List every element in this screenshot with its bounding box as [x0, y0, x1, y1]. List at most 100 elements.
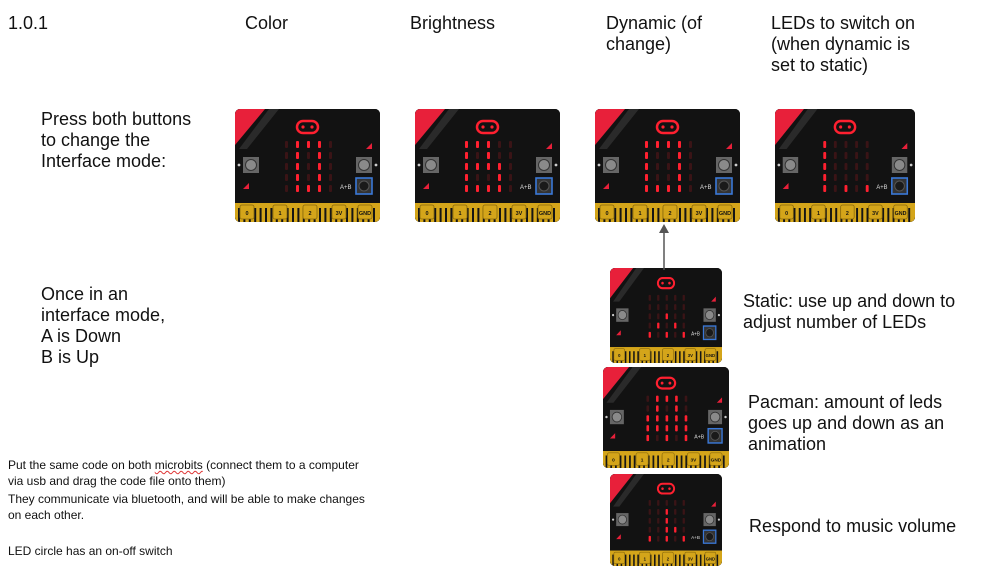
led-off: [682, 517, 685, 524]
pin-label: 1: [638, 211, 641, 217]
led-off: [674, 517, 677, 524]
led-off: [865, 152, 869, 159]
led-on: [476, 141, 479, 148]
led-on: [487, 185, 490, 192]
ab-label: A+B: [340, 185, 352, 191]
led-on: [665, 425, 669, 432]
pin-label: 1: [278, 211, 281, 217]
ab-label: A+B: [520, 185, 532, 191]
led-on: [657, 322, 660, 329]
pin-label: 0: [245, 211, 248, 217]
pin-label: 1: [817, 211, 820, 217]
led-on: [465, 152, 468, 159]
led-off: [667, 163, 670, 170]
led-off: [665, 322, 668, 329]
led-off: [689, 152, 692, 159]
led-off: [656, 163, 659, 170]
led-off: [329, 174, 332, 181]
pin-label: 2: [308, 211, 311, 217]
led-on: [645, 141, 648, 148]
led-off: [674, 313, 677, 320]
led-on: [667, 141, 670, 148]
led-off: [498, 141, 501, 148]
microbit-brightness: A+B 0 1 2 3V GND: [415, 109, 560, 222]
led-off: [689, 163, 692, 170]
led-on: [823, 163, 827, 170]
led-on: [296, 152, 299, 159]
pin-label: GND: [895, 211, 907, 217]
pin-label: GND: [719, 211, 731, 217]
led-off: [648, 313, 651, 320]
led-off: [855, 174, 859, 181]
pin-label: 3V: [696, 211, 703, 217]
led-on: [646, 434, 650, 442]
led-off: [844, 163, 848, 170]
led-off: [307, 174, 310, 181]
microbit-color: A+B 0 1 2 3V GND: [235, 109, 380, 222]
pin-label: 2: [668, 211, 671, 217]
mode-pacman-label: Pacman: amount of leds goes up and down …: [748, 392, 945, 454]
led-on: [648, 331, 651, 338]
led-off: [665, 304, 668, 311]
led-on: [823, 141, 827, 148]
pin-label: 1: [458, 211, 461, 217]
led-off: [657, 517, 660, 524]
led-off: [682, 500, 685, 506]
led-off: [682, 526, 685, 533]
microbit-leds: A+B 0 1 2 3V GND: [775, 109, 915, 222]
led-off: [498, 152, 501, 159]
led-on: [318, 163, 321, 170]
led-on: [678, 163, 681, 170]
pin-label: 0: [425, 211, 428, 217]
ab-label: A+B: [694, 434, 704, 440]
led-off: [285, 163, 288, 170]
led-on: [465, 185, 468, 192]
microbit-static: A+B 0 1 2 3V GND: [610, 268, 722, 363]
led-off: [674, 331, 677, 338]
pin-label: 2: [846, 211, 849, 217]
led-off: [682, 313, 685, 320]
pin-label: 2: [667, 458, 670, 464]
led-off: [656, 174, 659, 181]
led-on: [645, 163, 648, 170]
led-off: [855, 163, 859, 170]
note-code-pre: Put the same code on both: [8, 458, 155, 473]
led-off: [509, 174, 512, 181]
led-off: [509, 141, 512, 148]
led-on: [318, 185, 321, 192]
led-off: [865, 174, 869, 181]
note-switch: LED circle has an on-off switch: [8, 544, 173, 558]
pin-label: 3V: [688, 353, 693, 358]
led-off: [667, 152, 670, 159]
led-on: [656, 185, 659, 192]
led-off: [329, 163, 332, 170]
led-on: [823, 152, 827, 159]
led-on: [674, 526, 677, 533]
led-off: [648, 294, 651, 301]
led-off: [307, 163, 310, 170]
led-on: [646, 425, 650, 432]
led-off: [689, 174, 692, 181]
led-off: [509, 185, 512, 192]
ab-label: A+B: [691, 331, 700, 337]
pin-label: GND: [711, 458, 722, 464]
column-header-leds: LEDs to switch on (when dynamic is set t…: [771, 13, 916, 75]
led-on: [678, 152, 681, 159]
led-on: [318, 141, 321, 148]
led-off: [682, 304, 685, 311]
led-on: [296, 174, 299, 181]
led-off: [285, 174, 288, 181]
led-on: [682, 331, 685, 338]
led-on: [665, 526, 668, 533]
led-on: [665, 509, 668, 515]
ab-label: A+B: [700, 185, 712, 191]
led-off: [844, 152, 848, 159]
led-on: [296, 141, 299, 148]
led-on: [665, 313, 668, 320]
pin-label: 3V: [872, 211, 879, 217]
led-on: [307, 185, 310, 192]
led-off: [648, 517, 651, 524]
column-header-brightness: Brightness: [410, 13, 496, 33]
led-off: [689, 141, 692, 148]
led-on: [684, 425, 688, 432]
